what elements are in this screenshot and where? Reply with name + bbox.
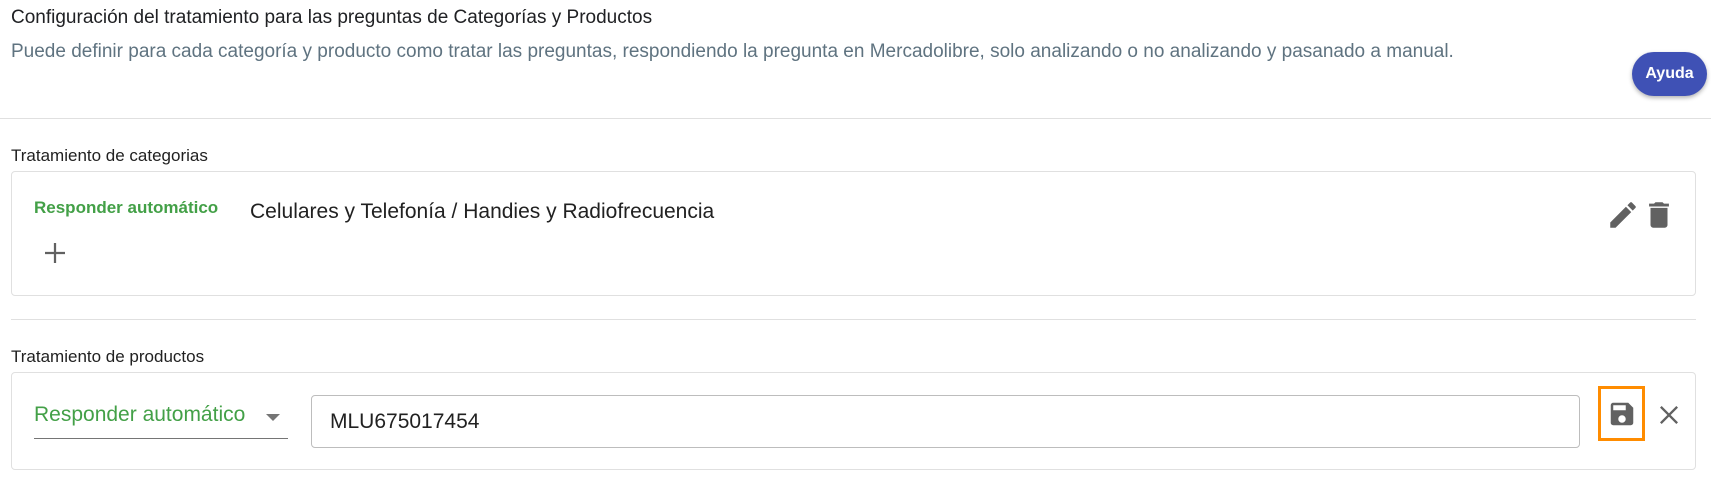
product-card: Responder automático — [11, 372, 1696, 470]
mode-select[interactable]: Responder automático — [34, 399, 288, 439]
edit-icon[interactable] — [1606, 198, 1640, 232]
divider — [0, 118, 1711, 119]
products-section-label: Tratamiento de productos — [11, 347, 205, 366]
dropdown-caret-icon — [266, 414, 280, 421]
category-card: Responder automático Celulares y Telefon… — [11, 171, 1696, 296]
category-mode: Responder automático — [34, 198, 219, 217]
divider — [11, 319, 1696, 320]
delete-icon[interactable] — [1642, 198, 1676, 232]
page-description: Puede definir para cada categoría y prod… — [11, 41, 1454, 62]
save-button[interactable] — [1598, 386, 1645, 441]
mode-select-value: Responder automático — [34, 403, 246, 426]
page-title: Configuración del tratamiento para las p… — [11, 7, 653, 28]
category-path: Celulares y Telefonía / Handies y Radiof… — [250, 200, 715, 223]
product-id-input[interactable] — [311, 395, 1580, 448]
add-icon[interactable] — [40, 238, 70, 268]
help-button[interactable]: Ayuda — [1632, 52, 1707, 96]
save-icon — [1610, 402, 1633, 425]
header: Configuración del tratamiento para las p… — [11, 6, 1707, 96]
close-icon[interactable] — [1655, 401, 1683, 429]
categories-section-label: Tratamiento de categorias — [11, 146, 208, 165]
